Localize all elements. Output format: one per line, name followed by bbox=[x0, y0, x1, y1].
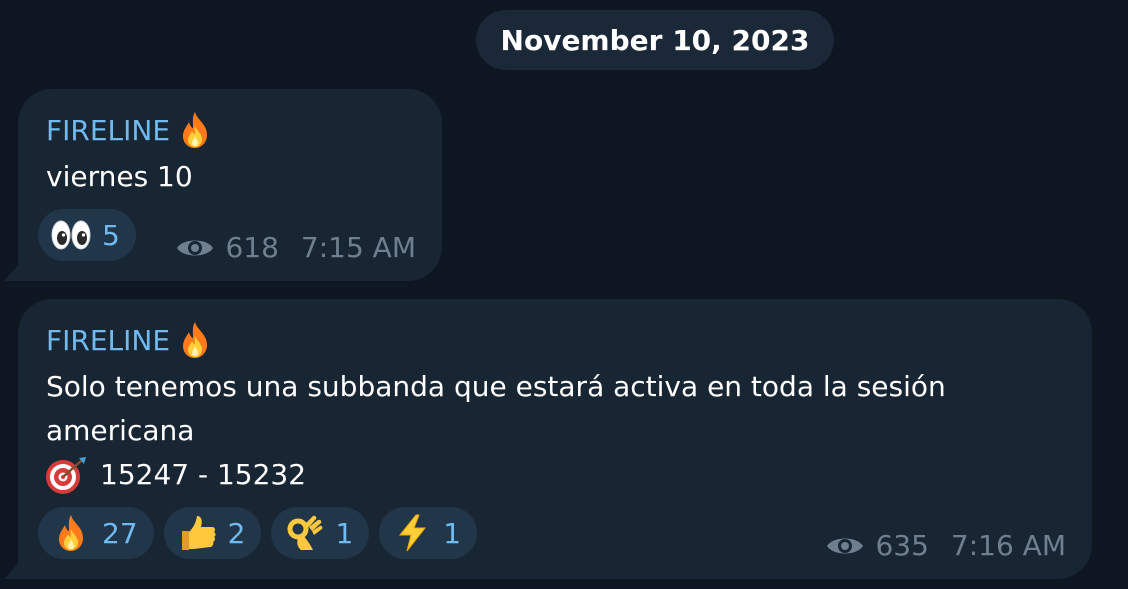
eye-icon bbox=[175, 235, 215, 261]
chat-view[interactable]: November 10, 2023 FIRELINE viernes 10 5 … bbox=[0, 0, 1128, 589]
message-bubble[interactable]: FIRELINE viernes 10 5 618 7:15 AM bbox=[18, 89, 442, 281]
eyes-emoji-icon bbox=[50, 216, 92, 254]
message-time: 7:16 AM bbox=[950, 529, 1066, 562]
ok-hand-emoji-icon bbox=[283, 514, 325, 552]
reaction-lightning[interactable]: 1 bbox=[379, 507, 478, 559]
eye-icon bbox=[825, 533, 865, 559]
reaction-eyes[interactable]: 5 bbox=[38, 209, 136, 261]
message-meta: 635 7:16 AM bbox=[825, 529, 1066, 562]
direct-hit-emoji-icon bbox=[46, 456, 88, 494]
message-bubble[interactable]: FIRELINE Solo tenemos una subbanda que e… bbox=[18, 299, 1092, 579]
reaction-fire[interactable]: 27 bbox=[38, 507, 154, 559]
reaction-ok-hand[interactable]: 1 bbox=[271, 507, 370, 559]
message-time: 7:15 AM bbox=[300, 231, 416, 264]
sender-name[interactable]: FIRELINE bbox=[46, 324, 170, 357]
sender-name[interactable]: FIRELINE bbox=[46, 114, 170, 147]
reactions-bar: 27 2 1 1 bbox=[38, 507, 478, 559]
message-text-line-2: americana bbox=[46, 414, 195, 447]
reaction-count: 1 bbox=[443, 516, 462, 550]
reactions-bar: 5 bbox=[38, 209, 136, 261]
views-count: 618 bbox=[225, 231, 279, 264]
reaction-count: 27 bbox=[102, 516, 138, 550]
date-separator: November 10, 2023 bbox=[476, 10, 834, 70]
sender-row[interactable]: FIRELINE bbox=[46, 321, 210, 359]
views-count: 635 bbox=[875, 529, 929, 562]
message-text: viernes 10 bbox=[46, 160, 193, 193]
target-line: 15247 - 15232 bbox=[46, 453, 306, 497]
fire-emoji-icon bbox=[50, 514, 92, 552]
reaction-count: 2 bbox=[227, 516, 246, 550]
lightning-emoji-icon bbox=[391, 514, 433, 552]
fire-emoji-icon bbox=[180, 111, 210, 149]
message-meta: 618 7:15 AM bbox=[175, 231, 416, 264]
thumbs-up-emoji-icon bbox=[176, 514, 218, 552]
sender-row[interactable]: FIRELINE bbox=[46, 111, 210, 149]
reaction-count: 1 bbox=[335, 516, 354, 550]
reaction-count: 5 bbox=[102, 218, 120, 252]
reaction-thumbs-up[interactable]: 2 bbox=[163, 507, 262, 559]
message-text-line-1: Solo tenemos una subbanda que estará act… bbox=[46, 370, 946, 403]
fire-emoji-icon bbox=[180, 321, 210, 359]
target-text: 15247 - 15232 bbox=[100, 458, 307, 491]
